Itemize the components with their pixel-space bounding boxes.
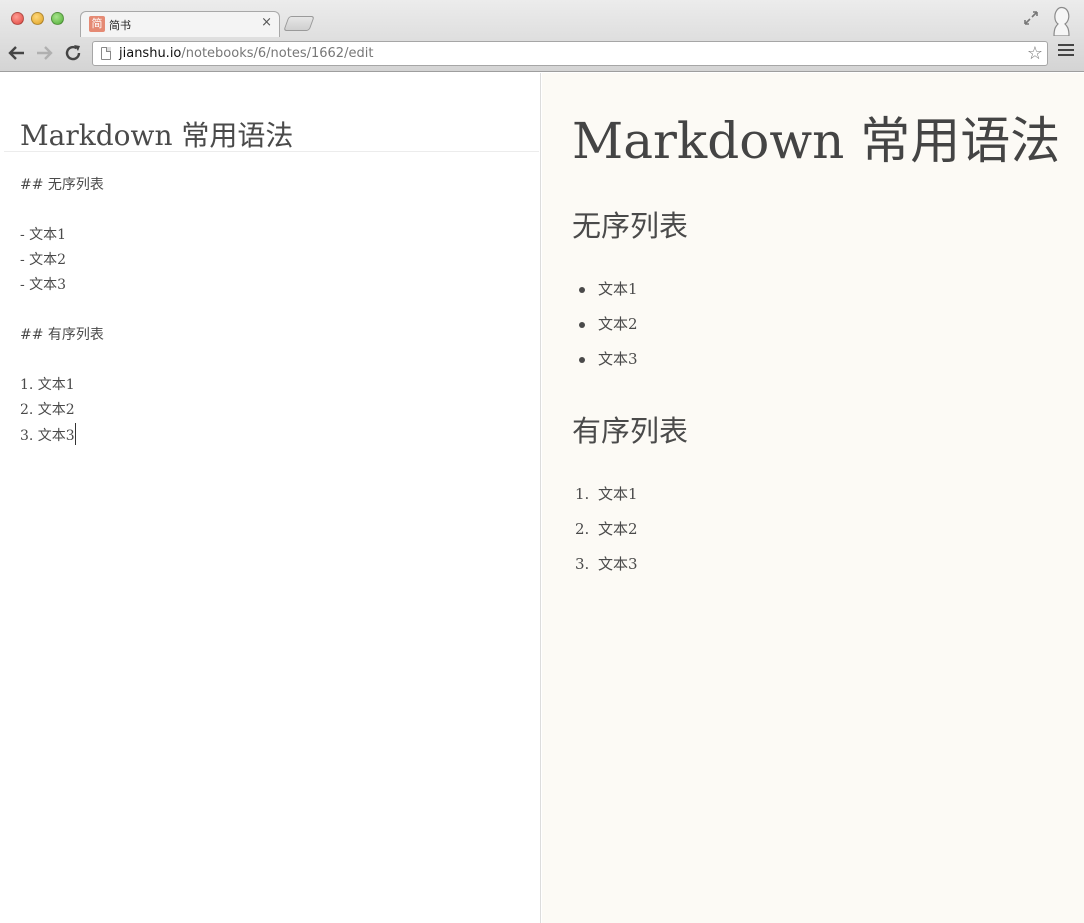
list-number: 3. <box>575 555 590 573</box>
editor-textarea[interactable]: ## 无序列表 - 文本1 - 文本2 - 文本3 ## 有序列表 1. 文本1… <box>20 173 520 448</box>
ordered-list: 1. 文本1 2. 文本2 3. 文本3 <box>572 477 1052 582</box>
menu-icon[interactable] <box>1058 44 1074 58</box>
browser-chrome: 简 简书 × jianshu.io/notebooks/6/notes/1662… <box>0 0 1084 72</box>
title-divider <box>4 151 539 152</box>
preview-heading-ordered: 有序列表 <box>572 414 689 448</box>
editor-line-text: 3. 文本3 <box>20 428 75 444</box>
editor-line: 1. 文本1 <box>20 377 75 393</box>
browser-toolbar: jianshu.io/notebooks/6/notes/1662/edit ☆ <box>0 36 1084 72</box>
close-window-icon[interactable] <box>11 12 24 25</box>
tab-bar: 简 简书 × <box>0 0 1084 37</box>
bullet-icon <box>579 287 585 293</box>
address-bar[interactable]: jianshu.io/notebooks/6/notes/1662/edit ☆ <box>92 41 1048 66</box>
jianshu-favicon-icon: 简 <box>89 16 105 32</box>
new-tab-button[interactable] <box>283 16 315 31</box>
list-item: 文本3 <box>572 342 1052 377</box>
forward-arrow-icon[interactable] <box>33 42 55 64</box>
markdown-preview: Markdown 常用语法 无序列表 文本1 文本2 文本3 有序列表 1. 文本… <box>542 73 1084 923</box>
editor-line: - 文本1 <box>20 227 67 243</box>
back-arrow-icon[interactable] <box>6 42 28 64</box>
note-title-input[interactable]: Markdown 常用语法 <box>20 114 293 154</box>
browser-tab[interactable]: 简 简书 × <box>80 11 280 37</box>
tab-title: 简书 <box>109 19 131 32</box>
markdown-editor[interactable]: Markdown 常用语法 ## 无序列表 - 文本1 - 文本2 - 文本3 … <box>0 73 541 923</box>
star-icon[interactable]: ☆ <box>1027 43 1043 64</box>
list-item: 1. 文本1 <box>572 477 1052 512</box>
url-text: jianshu.io/notebooks/6/notes/1662/edit <box>119 46 373 61</box>
list-item: 文本1 <box>572 272 1052 307</box>
editor-line: ## 无序列表 <box>20 177 104 193</box>
fullscreen-icon[interactable] <box>1022 9 1040 27</box>
editor-line: 2. 文本2 <box>20 402 75 418</box>
page-icon <box>101 47 111 60</box>
list-item: 2. 文本2 <box>572 512 1052 547</box>
list-item: 文本2 <box>572 307 1052 342</box>
unordered-list: 文本1 文本2 文本3 <box>572 272 1052 377</box>
tab-close-icon[interactable]: × <box>261 15 272 30</box>
preview-title: Markdown 常用语法 <box>572 112 1061 170</box>
editor-line: - 文本3 <box>20 277 67 293</box>
zoom-icon[interactable] <box>51 12 64 25</box>
reload-icon[interactable] <box>62 42 84 64</box>
minimize-icon[interactable] <box>31 12 44 25</box>
preview-heading-unordered: 无序列表 <box>572 209 689 243</box>
list-number: 1. <box>575 485 590 503</box>
bullet-icon <box>579 357 585 363</box>
bullet-icon <box>579 322 585 328</box>
editor-line-last: 3. 文本3 <box>20 423 520 448</box>
editor-line: ## 有序列表 <box>20 327 104 343</box>
url-host: jianshu.io <box>119 46 182 61</box>
list-item: 3. 文本3 <box>572 547 1052 582</box>
url-path: /notebooks/6/notes/1662/edit <box>181 46 374 61</box>
list-number: 2. <box>575 520 590 538</box>
editor-line: - 文本2 <box>20 252 67 268</box>
text-caret <box>74 423 76 445</box>
profile-icon[interactable] <box>1048 4 1074 37</box>
